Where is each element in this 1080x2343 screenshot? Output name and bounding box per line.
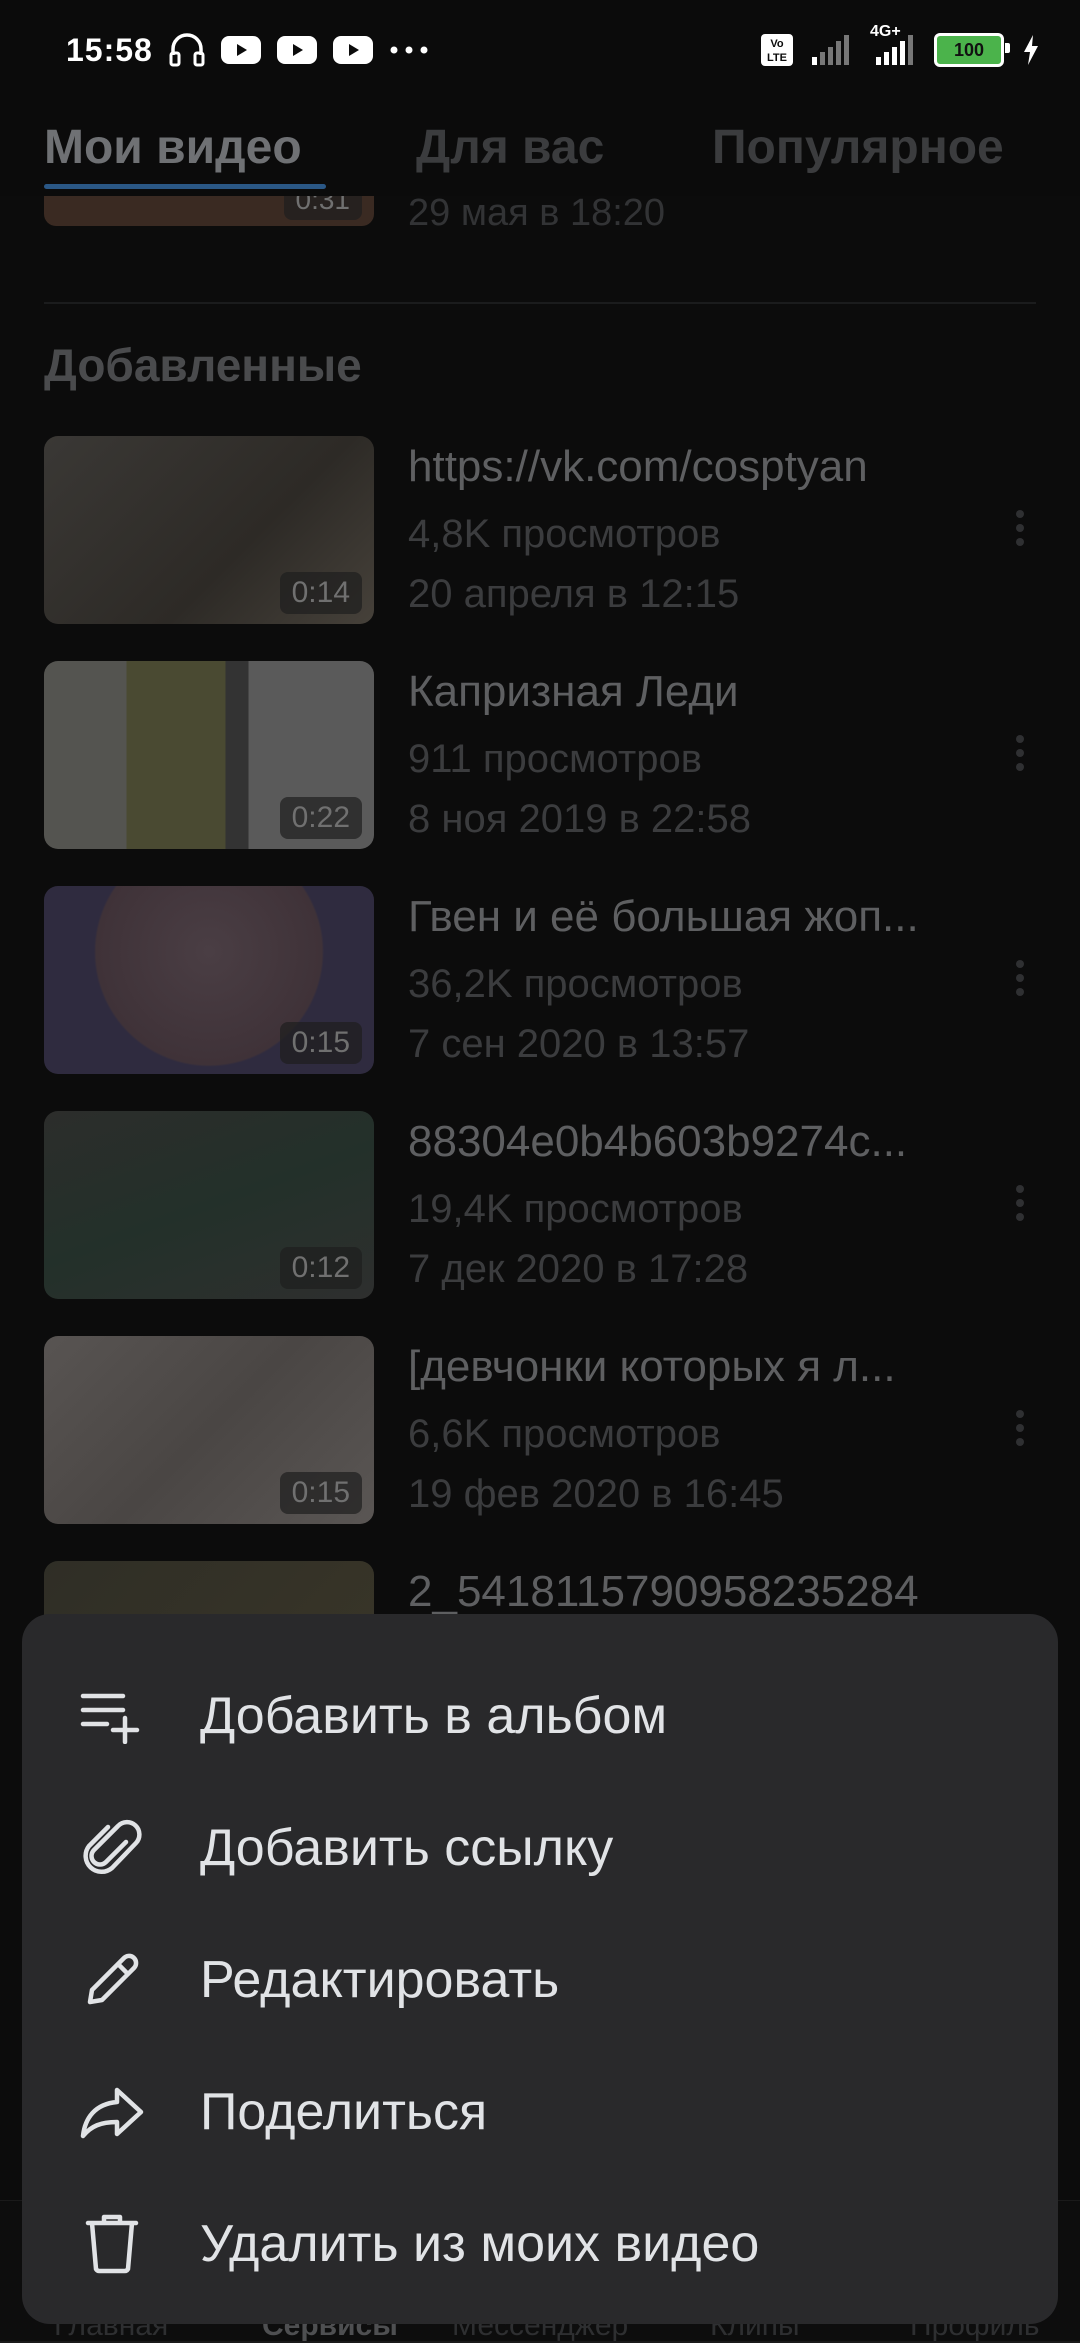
divider (44, 302, 1036, 304)
video-thumbnail[interactable]: 0:14 (44, 436, 374, 624)
video-item[interactable]: 0:12 88304e0b4b603b9274c... 19,4K просмо… (44, 1111, 1044, 1299)
menu-item-label: Добавить в альбом (200, 1687, 668, 1745)
svg-text:Vo: Vo (770, 38, 784, 50)
more-dots-icon (389, 45, 429, 55)
status-time: 15:58 (66, 31, 153, 68)
network-4g-icon: 4G+ (870, 23, 916, 65)
signal-icon (812, 35, 852, 65)
video-thumbnail[interactable]: 0:12 (44, 1111, 374, 1299)
video-item[interactable]: 0:15 [девчонки которых я л... 6,6K просм… (44, 1336, 1044, 1524)
menu-share[interactable]: Поделиться (22, 2046, 1058, 2178)
menu-item-label: Добавить ссылку (200, 1819, 614, 1877)
video-duration: 0:15 (279, 1472, 362, 1514)
previous-video-thumbnail[interactable]: 0:31 (44, 196, 374, 226)
add-to-list-icon (78, 1682, 146, 1750)
video-title: https://vk.com/cosptyan (408, 442, 868, 491)
video-title: 88304e0b4b603b9274c... (408, 1117, 908, 1166)
video-title: [девчонки которых я л... (408, 1342, 896, 1391)
battery-icon: 100 (934, 33, 1010, 67)
menu-item-label: Поделиться (200, 2083, 488, 2141)
tab-my-videos[interactable]: Мои видео (44, 120, 302, 175)
share-arrow-icon (78, 2078, 146, 2146)
video-item[interactable]: 0:15 Гвен и её большая жоп... 36,2K прос… (44, 886, 1044, 1074)
video-duration: 0:14 (279, 572, 362, 614)
youtube-icon (332, 36, 373, 64)
video-duration: 0:31 (283, 196, 362, 220)
video-title: Капризная Леди (408, 667, 739, 716)
more-options-icon[interactable] (1014, 1185, 1026, 1221)
headphones-icon (169, 33, 205, 67)
active-tab-indicator (44, 184, 326, 189)
video-item[interactable]: 0:14 https://vk.com/cosptyan 4,8K просмо… (44, 436, 1044, 624)
previous-video-date: 29 мая в 18:20 (408, 196, 666, 234)
tab-popular[interactable]: Популярное (712, 120, 1004, 175)
video-date: 19 фев 2020 в 16:45 (408, 1472, 784, 1516)
menu-delete[interactable]: Удалить из моих видео (22, 2178, 1058, 2310)
youtube-icon (220, 36, 261, 64)
video-views: 19,4K просмотров (408, 1187, 743, 1231)
tab-bar: Мои видео Для вас Популярное (0, 100, 1080, 196)
menu-add-link[interactable]: Добавить ссылку (22, 1782, 1058, 1914)
section-title-added: Добавленные (44, 339, 362, 391)
more-options-icon[interactable] (1014, 960, 1026, 996)
menu-edit[interactable]: Редактировать (22, 1914, 1058, 2046)
pencil-icon (78, 1946, 146, 2014)
video-views: 36,2K просмотров (408, 962, 743, 1006)
youtube-icon (276, 36, 317, 64)
video-title: Гвен и её большая жоп... (408, 892, 919, 941)
volte-icon: Vo LTE (760, 33, 794, 67)
network-type-label: 4G+ (870, 23, 901, 40)
menu-item-label: Редактировать (200, 1951, 560, 2009)
video-thumbnail[interactable]: 0:15 (44, 886, 374, 1074)
video-views: 4,8K просмотров (408, 512, 721, 556)
video-views: 911 просмотров (408, 737, 702, 781)
trash-icon (78, 2210, 146, 2278)
charging-icon (1022, 35, 1040, 65)
video-thumbnail[interactable]: 0:15 (44, 1336, 374, 1524)
video-date: 8 ноя 2019 в 22:58 (408, 797, 752, 841)
more-options-icon[interactable] (1014, 735, 1026, 771)
battery-level: 100 (953, 39, 985, 60)
video-views: 6,6K просмотров (408, 1412, 721, 1456)
video-duration: 0:12 (279, 1247, 362, 1289)
more-options-icon[interactable] (1014, 510, 1026, 546)
video-duration: 0:22 (279, 797, 362, 839)
more-options-icon[interactable] (1014, 1410, 1026, 1446)
video-duration: 0:15 (279, 1022, 362, 1064)
paperclip-icon (78, 1814, 146, 1882)
video-date: 20 апреля в 12:15 (408, 572, 740, 616)
video-thumbnail[interactable]: 0:22 (44, 661, 374, 849)
video-date: 7 дек 2020 в 17:28 (408, 1247, 749, 1291)
tab-for-you[interactable]: Для вас (416, 120, 604, 175)
video-actions-sheet: Добавить в альбом Добавить ссылку Редакт… (22, 1614, 1058, 2324)
video-item[interactable]: 0:22 Капризная Леди 911 просмотров 8 ноя… (44, 661, 1044, 849)
menu-add-to-album[interactable]: Добавить в альбом (22, 1650, 1058, 1782)
video-title: 2_5418115790958235284 (408, 1567, 919, 1616)
status-bar: 15:58 Vo LTE 4G+ 100 (0, 0, 1080, 100)
menu-item-label: Удалить из моих видео (200, 2215, 760, 2273)
video-date: 7 сен 2020 в 13:57 (408, 1022, 750, 1066)
svg-text:LTE: LTE (767, 52, 787, 64)
